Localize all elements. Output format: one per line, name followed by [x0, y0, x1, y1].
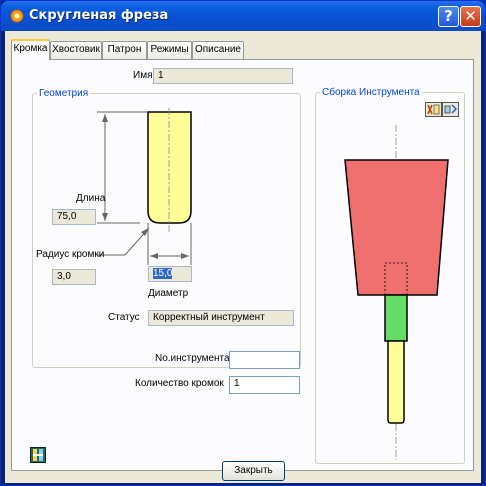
app-icon — [10, 9, 24, 23]
tab-edge[interactable]: Кромка — [11, 39, 50, 60]
help-button[interactable]: ? — [438, 6, 459, 27]
close-button[interactable]: Закрыть — [222, 461, 285, 481]
tab-description[interactable]: Описание — [192, 41, 244, 59]
holder-shape — [344, 159, 449, 296]
dialog-client: Кромка Хвостовик Патрон Режимы Описание … — [5, 31, 481, 483]
title-bar[interactable]: Скругленая фреза ? ✕ — [1, 1, 485, 31]
cutter-shape-assembly — [387, 340, 405, 424]
close-window-button[interactable]: ✕ — [460, 6, 481, 27]
tool-assembly-drawing — [344, 125, 449, 460]
edge-tab-panel: Имя 1 Геометрия Длина 75,0 Радиус кромки… — [11, 59, 474, 471]
tab-shank[interactable]: Хвостовик — [50, 41, 102, 59]
tab-holder[interactable]: Патрон — [102, 41, 147, 59]
window-title: Скругленая фреза — [29, 8, 169, 23]
tab-modes[interactable]: Режимы — [147, 41, 192, 59]
dialog-window: Скругленая фреза ? ✕ Кромка Хвостовик Па… — [0, 0, 486, 486]
shank-shape — [384, 294, 408, 342]
